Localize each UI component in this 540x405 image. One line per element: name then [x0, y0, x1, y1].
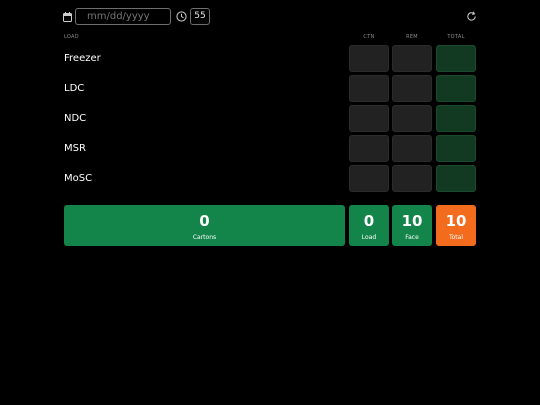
rem-cell[interactable]	[392, 135, 432, 162]
refresh-icon[interactable]	[466, 11, 477, 22]
total-cell	[436, 165, 476, 192]
cartons-summary-tile: 0 Cartons	[64, 205, 345, 246]
face-summary-tile: 10 Face	[392, 205, 432, 246]
table-row-ldc: LDC	[63, 75, 477, 102]
load-label: Load	[361, 234, 377, 241]
ctn-cell[interactable]	[349, 135, 389, 162]
toolbar: 55	[63, 8, 477, 26]
load-summary-tile: 0 Load	[349, 205, 389, 246]
table-row-msr: MSR	[63, 135, 477, 162]
column-header-ctn: CTN	[363, 34, 375, 40]
row-label: Freezer	[64, 53, 101, 64]
rem-cell[interactable]	[392, 165, 432, 192]
cartons-value: 0	[199, 212, 210, 230]
column-header-rem: REM	[406, 34, 418, 40]
ctn-cell[interactable]	[349, 45, 389, 72]
table-row-freezer: Freezer	[63, 45, 477, 72]
total-summary-tile: 10 Total	[436, 205, 476, 246]
column-header-load: LOAD	[64, 34, 79, 40]
ctn-cell[interactable]	[349, 75, 389, 102]
table-row-mosc: MoSC	[63, 165, 477, 192]
total-cell	[436, 45, 476, 72]
total-cell	[436, 105, 476, 132]
total-cell	[436, 75, 476, 102]
calendar-icon[interactable]	[63, 12, 72, 22]
load-value: 0	[363, 212, 375, 230]
rem-cell[interactable]	[392, 105, 432, 132]
face-label: Face	[405, 234, 419, 241]
row-label: NDC	[64, 113, 87, 124]
cartons-label: Cartons	[192, 234, 217, 241]
rem-cell[interactable]	[392, 75, 432, 102]
table-row-ndc: NDC	[63, 105, 477, 132]
total-cell	[436, 135, 476, 162]
rem-cell[interactable]	[392, 45, 432, 72]
date-input[interactable]	[75, 8, 171, 25]
clock-icon	[176, 11, 187, 22]
ctn-cell[interactable]	[349, 105, 389, 132]
ctn-cell[interactable]	[349, 165, 389, 192]
total-value: 10	[445, 212, 467, 230]
row-label: MSR	[64, 143, 86, 154]
face-value: 10	[401, 212, 423, 230]
minutes-input[interactable]: 55	[190, 8, 210, 25]
row-label: MoSC	[64, 173, 93, 184]
row-label: LDC	[64, 83, 85, 94]
total-label: Total	[448, 234, 463, 241]
column-header-total: TOTAL	[447, 34, 465, 40]
